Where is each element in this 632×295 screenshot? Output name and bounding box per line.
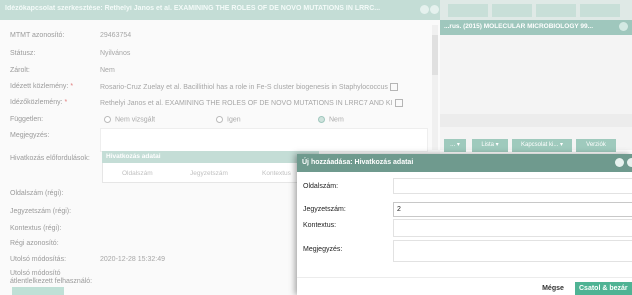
close-icon[interactable] — [627, 158, 632, 167]
background-field — [440, 114, 632, 127]
radio-icon — [318, 116, 325, 123]
context-label: Kontextus: — [303, 222, 337, 229]
status-label: Státusz: — [10, 50, 36, 57]
independent-label: Független: — [10, 116, 44, 123]
help-icon[interactable] — [420, 5, 429, 14]
copy-icon[interactable] — [394, 99, 403, 107]
context-old-label: Kontextus (régi): — [10, 225, 62, 232]
background-tab[interactable] — [448, 4, 488, 17]
list-menu-button[interactable]: Lista ▾ — [472, 139, 508, 152]
page-label: Oldalszám: — [303, 183, 339, 190]
copy-icon[interactable] — [389, 83, 398, 91]
close-icon[interactable] — [430, 5, 439, 14]
cited-publication-label: Idézett közlemény: * — [10, 83, 74, 90]
page-old-label: Oldalszám (régi): — [10, 190, 64, 197]
citing-publication-label: Idézőközlemény: * — [10, 99, 68, 106]
panel-title: Idézőkapcsolat szerkesztése: Rethelyi Ja… — [5, 5, 381, 12]
relations-menu-button[interactable]: Kapcsolat ki... ▾ — [512, 139, 572, 152]
help-icon[interactable] — [619, 22, 628, 31]
last-modified-label: Utolsó módosítás: — [10, 256, 67, 263]
comment-label: Megjegyzés: — [303, 246, 343, 253]
attach-and-close-button[interactable]: Csatol & bezár — [575, 282, 632, 295]
comment-input[interactable] — [393, 240, 632, 262]
old-id-label: Régi azonosító: — [10, 240, 59, 247]
radio-no[interactable]: Nem — [318, 116, 344, 123]
background-tab[interactable] — [580, 4, 620, 17]
modal-footer-divider — [297, 277, 632, 278]
scrollbar-thumb[interactable] — [432, 35, 438, 75]
page-input[interactable] — [393, 178, 632, 194]
context-input[interactable] — [393, 219, 632, 237]
note-number-input[interactable] — [393, 202, 632, 217]
background-tab[interactable] — [492, 4, 532, 17]
locked-value: Nem — [100, 67, 115, 74]
background-menu-button[interactable]: ... ▾ — [444, 139, 466, 152]
cancel-button[interactable]: Mégse — [532, 282, 574, 295]
radio-yes[interactable]: Igen — [216, 116, 241, 123]
note-old-label: Jegyzetszám (régi): — [10, 208, 72, 215]
mtmt-id-label: MTMT azonosító: — [10, 32, 65, 39]
versions-button[interactable]: Verziók — [576, 139, 616, 152]
notes-field[interactable] — [100, 128, 428, 152]
citing-publication-value[interactable]: Rethelyi Janos et al. EXAMINING THE ROLE… — [100, 99, 403, 107]
radio-not-checked[interactable]: Nem vizsgált — [104, 116, 155, 123]
column-header-page[interactable]: Oldalszám — [122, 170, 153, 177]
modal-title: Új hozzáadása: Hivatkozás adatai — [302, 159, 414, 166]
notes-label: Megjegyzés: — [10, 132, 50, 139]
radio-icon — [104, 116, 111, 123]
background-window-title: ...rus. (2015) MOLECULAR MICROBIOLOGY 99… — [444, 23, 594, 30]
cited-publication-value[interactable]: Rosario-Cruz Zuelay et al. Bacillithiol … — [100, 83, 398, 91]
last-modified-value: 2020-12-28 15:32:49 — [100, 256, 165, 263]
last-modifier-label: Utolsó módosító — [10, 270, 61, 277]
note-number-label: Jegyzetszám: — [303, 206, 346, 213]
background-tab[interactable] — [536, 4, 576, 17]
help-icon[interactable] — [615, 158, 624, 167]
radio-icon — [216, 116, 223, 123]
last-modifier-label-2: átlentlelkezett felhasználó: — [10, 278, 93, 285]
reference-table-title: Hivatkozás adatai — [106, 153, 161, 160]
status-value: Nyilvános — [100, 50, 131, 57]
column-header-note[interactable]: Jegyzetszám — [190, 170, 228, 177]
column-header-context[interactable]: Kontextus — [262, 170, 291, 177]
locked-label: Zárolt: — [10, 67, 30, 74]
mtmt-id-value: 29463754 — [100, 32, 132, 39]
reference-occurrences-label: Hivatkozás előfordulások: — [10, 155, 90, 162]
footer-button[interactable] — [12, 287, 64, 295]
